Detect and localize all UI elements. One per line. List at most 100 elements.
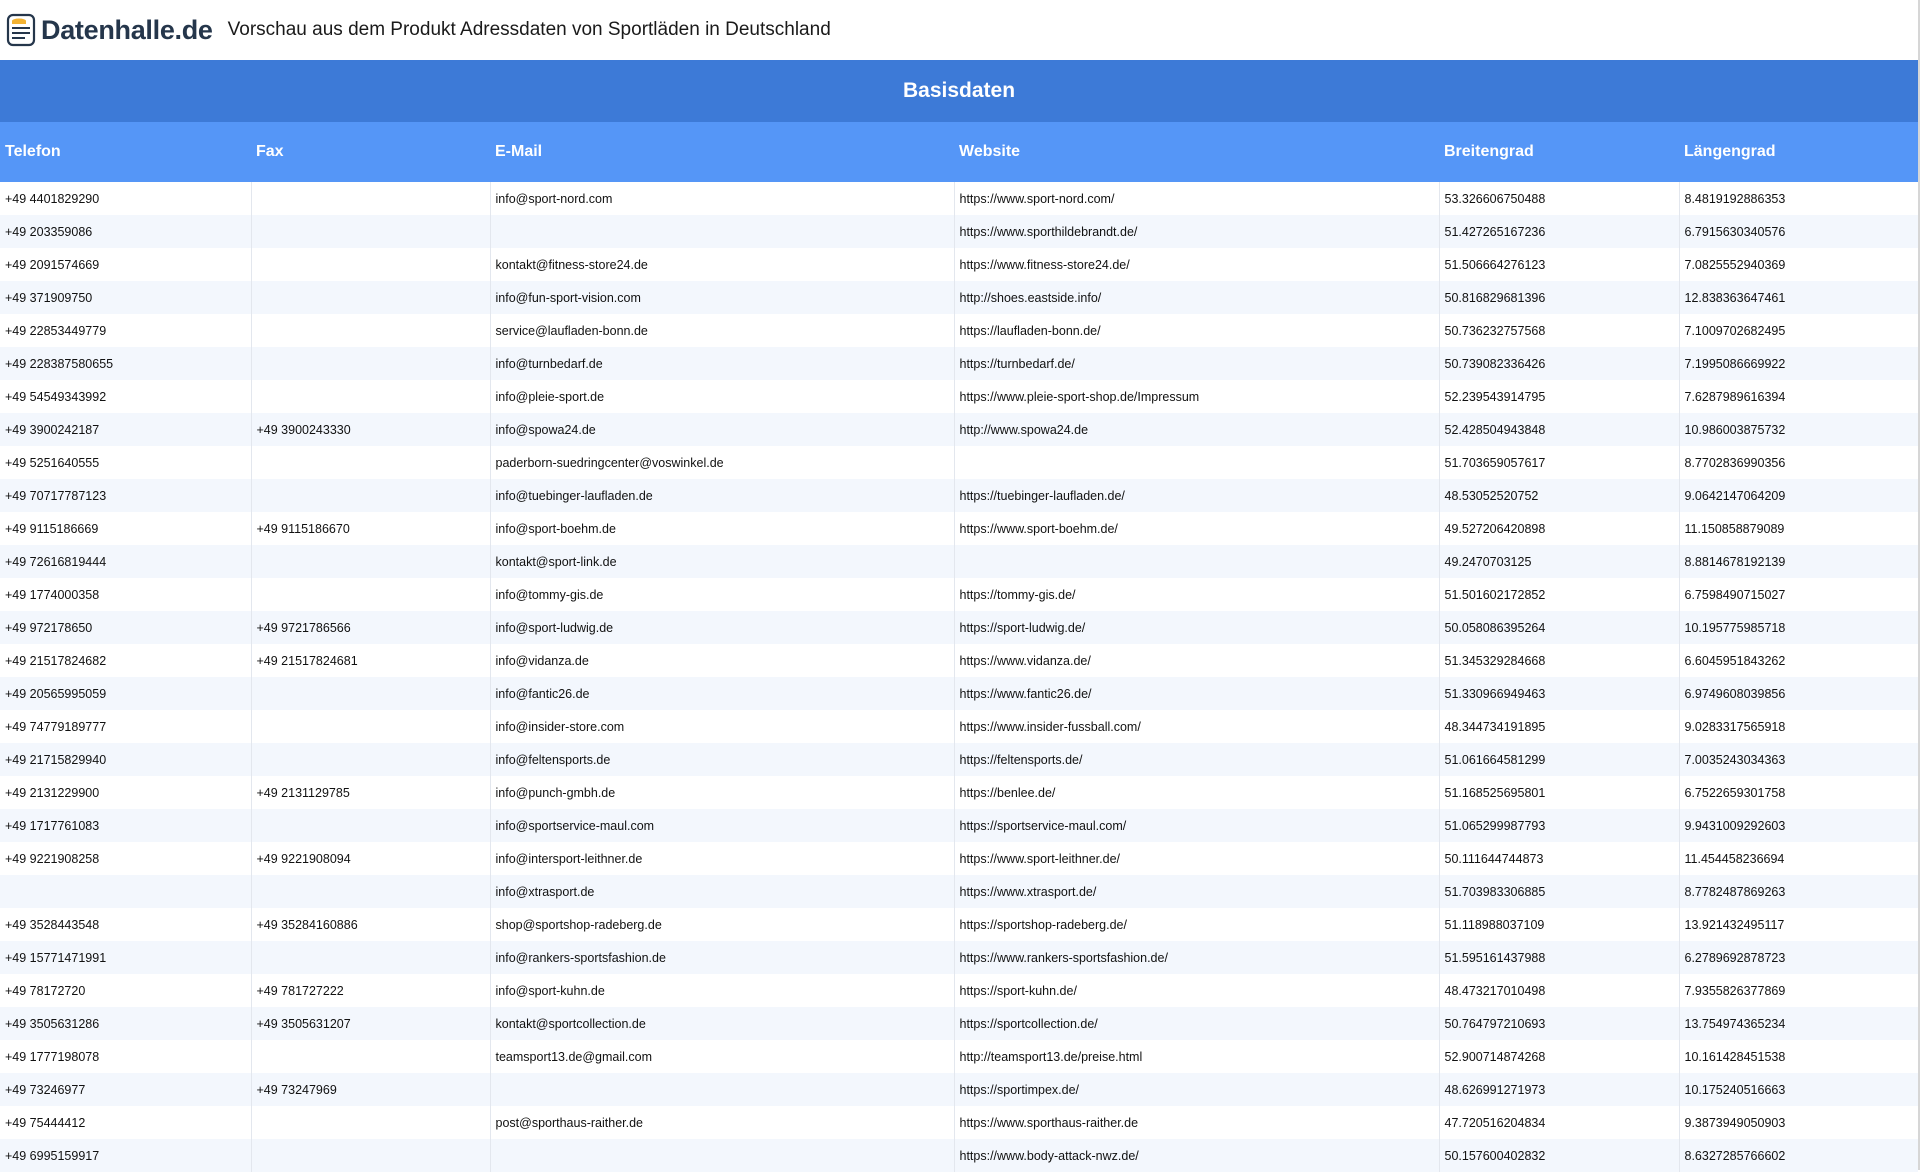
table-row: +49 6995159917 https://www.body-attack-nw… xyxy=(0,1139,1919,1172)
cell-email[interactable]: paderborn-suedringcenter@voswinkel.de xyxy=(489,446,954,479)
cell-telefon: +49 2131229900 xyxy=(0,776,251,809)
cell-website[interactable]: https://www.rankers-sportsfashion.de/ xyxy=(953,941,1439,974)
cell-website[interactable]: https://www.sporthaus-raither.de xyxy=(953,1106,1439,1139)
cell-website[interactable]: https://www.vidanza.de/ xyxy=(953,644,1439,677)
cell-website[interactable]: https://sport-ludwig.de/ xyxy=(953,611,1439,644)
cell-website[interactable]: https://www.sporthildebrandt.de/ xyxy=(953,215,1439,248)
cell-email[interactable]: kontakt@sportcollection.de xyxy=(489,1007,954,1040)
cell-website[interactable]: https://www.fitness-store24.de/ xyxy=(953,248,1439,281)
cell-website[interactable]: http://shoes.eastside.info/ xyxy=(953,281,1439,314)
cell-website[interactable]: https://sportimpex.de/ xyxy=(953,1073,1439,1106)
cell-email[interactable]: info@insider-store.com xyxy=(489,710,954,743)
cell-email[interactable]: info@sportservice-maul.com xyxy=(489,809,954,842)
cell-website[interactable]: https://sport-kuhn.de/ xyxy=(953,974,1439,1007)
cell-email[interactable]: shop@sportshop-radeberg.de xyxy=(489,908,954,941)
cell-website[interactable]: https://feltensports.de/ xyxy=(953,743,1439,776)
cell-website[interactable]: https://benlee.de/ xyxy=(953,776,1439,809)
brand-logo[interactable]: Datenhalle.de xyxy=(5,13,213,47)
cell-email[interactable]: info@sport-ludwig.de xyxy=(489,611,954,644)
cell-breitengrad: 52.239543914795 xyxy=(1438,380,1679,413)
header-breitengrad[interactable]: Breitengrad xyxy=(1439,122,1679,182)
cell-telefon xyxy=(0,875,251,908)
cell-telefon: +49 5251640555 xyxy=(0,446,251,479)
cell-laengengrad: 6.7522659301758 xyxy=(1678,776,1919,809)
cell-fax xyxy=(250,578,490,611)
cell-email[interactable]: kontakt@fitness-store24.de xyxy=(489,248,954,281)
cell-website[interactable]: https://www.sport-nord.com/ xyxy=(953,182,1439,215)
cell-email[interactable]: info@fun-sport-vision.com xyxy=(489,281,954,314)
cell-email[interactable]: info@rankers-sportsfashion.de xyxy=(489,941,954,974)
cell-email[interactable]: info@xtrasport.de xyxy=(489,875,954,908)
table-row: +49 3505631286 +49 3505631207 kontakt@spor… xyxy=(0,1007,1919,1040)
cell-laengengrad: 13.921432495117 xyxy=(1678,908,1919,941)
cell-laengengrad: 7.0825552940369 xyxy=(1678,248,1919,281)
cell-email[interactable]: info@tommy-gis.de xyxy=(489,578,954,611)
cell-fax xyxy=(250,809,490,842)
cell-telefon: +49 20565995059 xyxy=(0,677,251,710)
cell-email[interactable]: info@intersport-leithner.de xyxy=(489,842,954,875)
cell-email[interactable]: info@punch-gmbh.de xyxy=(489,776,954,809)
data-table-container: Basisdaten Telefon Fax E-Mail Website Breite… xyxy=(0,60,1919,1172)
cell-email[interactable]: info@feltensports.de xyxy=(489,743,954,776)
cell-email[interactable]: kontakt@sport-link.de xyxy=(489,545,954,578)
cell-website[interactable]: http://www.spowa24.de xyxy=(953,413,1439,446)
cell-email[interactable]: service@laufladen-bonn.de xyxy=(489,314,954,347)
cell-breitengrad: 48.473217010498 xyxy=(1438,974,1679,1007)
cell-telefon: +49 70717787123 xyxy=(0,479,251,512)
cell-website[interactable]: https://www.sport-boehm.de/ xyxy=(953,512,1439,545)
cell-fax: +49 9221908094 xyxy=(250,842,490,875)
cell-email[interactable]: post@sporthaus-raither.de xyxy=(489,1106,954,1139)
header-fax[interactable]: Fax xyxy=(251,122,490,182)
cell-website[interactable]: https://sportservice-maul.com/ xyxy=(953,809,1439,842)
cell-website[interactable]: https://tuebinger-laufladen.de/ xyxy=(953,479,1439,512)
header-email[interactable]: E-Mail xyxy=(490,122,954,182)
header-telefon[interactable]: Telefon xyxy=(0,122,251,182)
table-row: +49 371909750 info@fun-sport-vision.com ht… xyxy=(0,281,1919,314)
cell-website[interactable]: https://www.sport-leithner.de/ xyxy=(953,842,1439,875)
cell-laengengrad: 13.754974365234 xyxy=(1678,1007,1919,1040)
cell-email[interactable]: info@spowa24.de xyxy=(489,413,954,446)
cell-email[interactable]: info@vidanza.de xyxy=(489,644,954,677)
cell-breitengrad: 50.058086395264 xyxy=(1438,611,1679,644)
cell-website[interactable]: https://www.pleie-sport-shop.de/Impressu… xyxy=(953,380,1439,413)
cell-breitengrad: 48.344734191895 xyxy=(1438,710,1679,743)
cell-telefon: +49 203359086 xyxy=(0,215,251,248)
cell-fax: +49 35284160886 xyxy=(250,908,490,941)
cell-email[interactable]: info@tuebinger-laufladen.de xyxy=(489,479,954,512)
cell-email[interactable]: info@turnbedarf.de xyxy=(489,347,954,380)
cell-email[interactable]: info@fantic26.de xyxy=(489,677,954,710)
cell-email[interactable]: info@sport-kuhn.de xyxy=(489,974,954,1007)
header-website[interactable]: Website xyxy=(954,122,1439,182)
header-laengengrad[interactable]: Längengrad xyxy=(1679,122,1919,182)
cell-website[interactable]: https://sportshop-radeberg.de/ xyxy=(953,908,1439,941)
table-row: +49 78172720 +49 781727222 info@sport-kuhn… xyxy=(0,974,1919,1007)
cell-email[interactable]: info@sport-nord.com xyxy=(489,182,954,215)
cell-website[interactable]: https://www.insider-fussball.com/ xyxy=(953,710,1439,743)
cell-website[interactable]: https://laufladen-bonn.de/ xyxy=(953,314,1439,347)
cell-website[interactable]: https://www.body-attack-nwz.de/ xyxy=(953,1139,1439,1172)
cell-email[interactable]: info@sport-boehm.de xyxy=(489,512,954,545)
cell-telefon: +49 54549343992 xyxy=(0,380,251,413)
cell-email[interactable]: teamsport13.de@gmail.com xyxy=(489,1040,954,1073)
table-row: +49 20565995059 info@fantic26.de https://w… xyxy=(0,677,1919,710)
cell-website[interactable]: https://turnbedarf.de/ xyxy=(953,347,1439,380)
cell-email[interactable]: info@pleie-sport.de xyxy=(489,380,954,413)
database-icon xyxy=(5,13,37,47)
table-row: +49 1774000358 info@tommy-gis.de https://t… xyxy=(0,578,1919,611)
cell-website[interactable]: https://www.fantic26.de/ xyxy=(953,677,1439,710)
cell-breitengrad: 47.720516204834 xyxy=(1438,1106,1679,1139)
cell-website[interactable]: https://sportcollection.de/ xyxy=(953,1007,1439,1040)
cell-telefon: +49 74779189777 xyxy=(0,710,251,743)
cell-laengengrad: 9.0642147064209 xyxy=(1678,479,1919,512)
cell-telefon: +49 4401829290 xyxy=(0,182,251,215)
cell-telefon: +49 15771471991 xyxy=(0,941,251,974)
brand-name: Datenhalle.de xyxy=(41,14,213,45)
cell-breitengrad: 52.900714874268 xyxy=(1438,1040,1679,1073)
cell-laengengrad: 8.7702836990356 xyxy=(1678,446,1919,479)
cell-website[interactable]: https://tommy-gis.de/ xyxy=(953,578,1439,611)
cell-website[interactable]: https://www.xtrasport.de/ xyxy=(953,875,1439,908)
cell-telefon: +49 3505631286 xyxy=(0,1007,251,1040)
table-row: +49 72616819444 kontakt@sport-link.de 49.2… xyxy=(0,545,1919,578)
cell-telefon: +49 72616819444 xyxy=(0,545,251,578)
cell-website[interactable]: http://teamsport13.de/preise.html xyxy=(953,1040,1439,1073)
